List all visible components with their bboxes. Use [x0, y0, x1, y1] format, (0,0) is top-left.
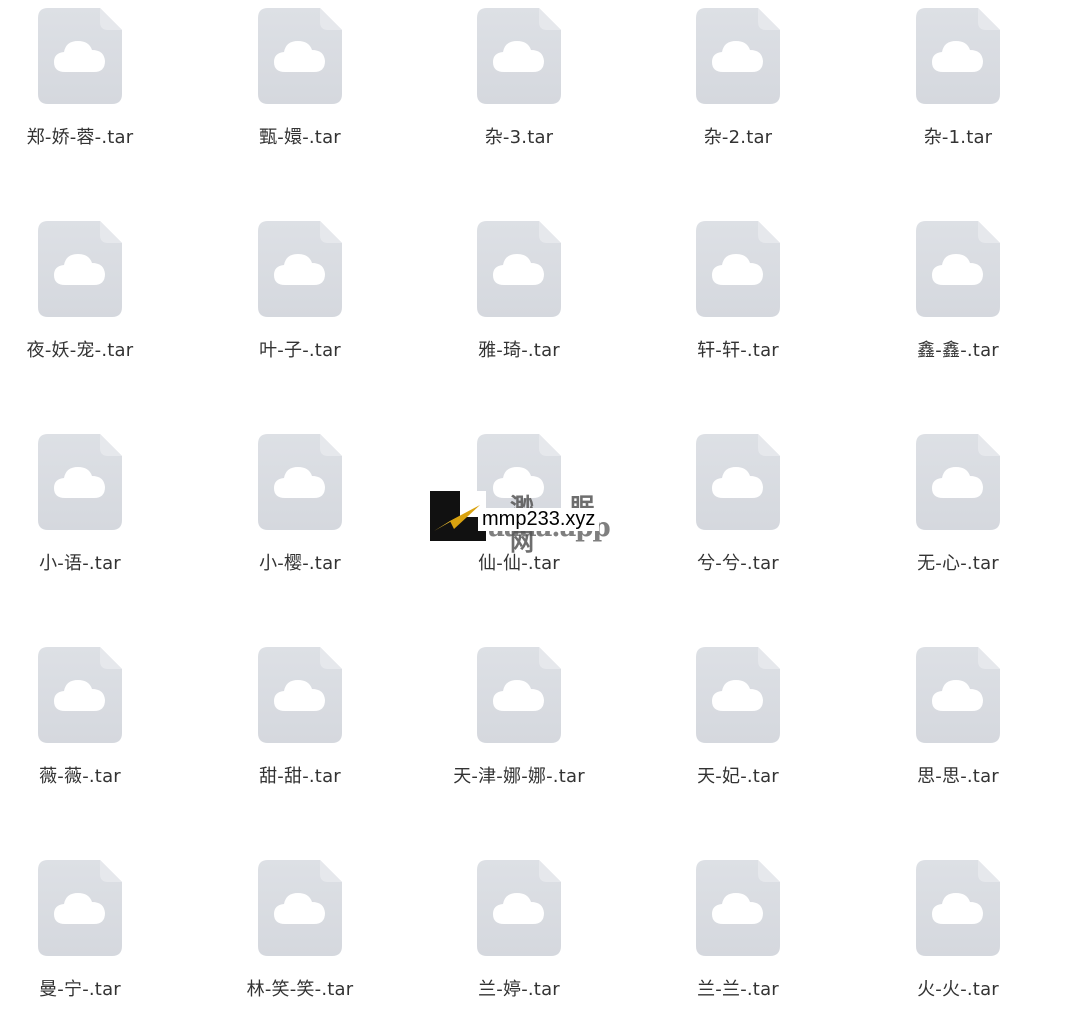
- file-name-label: 雅-琦-.tar: [478, 340, 560, 361]
- file-item[interactable]: 轩-轩-.tar: [648, 213, 828, 373]
- cloud-file-icon: [258, 860, 342, 956]
- file-name-label: 轩-轩-.tar: [697, 340, 779, 361]
- file-name-label: 甄-嬛-.tar: [259, 127, 341, 148]
- cloud-file-icon: [258, 647, 342, 743]
- file-name-label: 郑-娇-蓉-.tar: [26, 127, 134, 148]
- cloud-file-icon: [696, 221, 780, 317]
- cloud-file-icon: [38, 860, 122, 956]
- cloud-file-icon: [38, 221, 122, 317]
- file-item[interactable]: 夜-妖-宠-.tar: [0, 213, 170, 373]
- cloud-file-icon: [916, 860, 1000, 956]
- cloud-file-icon: [258, 8, 342, 104]
- cloud-file-icon: [696, 647, 780, 743]
- file-item[interactable]: 小-语-.tar: [0, 426, 170, 586]
- file-name-label: 甜-甜-.tar: [259, 766, 341, 787]
- cloud-file-icon: [696, 8, 780, 104]
- cloud-file-icon: [696, 434, 780, 530]
- file-item[interactable]: 甜-甜-.tar: [210, 639, 390, 799]
- file-item[interactable]: 雅-琦-.tar: [429, 213, 609, 373]
- file-item[interactable]: 兮-兮-.tar: [648, 426, 828, 586]
- file-item[interactable]: 小-樱-.tar: [210, 426, 390, 586]
- file-name-label: 鑫-鑫-.tar: [917, 340, 999, 361]
- file-name-label: 兮-兮-.tar: [697, 553, 779, 574]
- file-item[interactable]: 杂-3.tar: [429, 0, 609, 160]
- file-item[interactable]: 杂-2.tar: [648, 0, 828, 160]
- cloud-file-icon: [258, 221, 342, 317]
- file-item[interactable]: 林-笑-笑-.tar: [210, 852, 390, 1012]
- file-name-label: 曼-宁-.tar: [39, 979, 121, 1000]
- cloud-file-icon: [916, 8, 1000, 104]
- file-item[interactable]: 思-思-.tar: [868, 639, 1048, 799]
- file-item[interactable]: 薇-薇-.tar: [0, 639, 170, 799]
- file-name-label: 薇-薇-.tar: [39, 766, 121, 787]
- watermark: 渺 眠 网 aaaa.app mmp233.xyz: [430, 491, 650, 556]
- cloud-file-icon: [38, 434, 122, 530]
- file-name-label: 天-津-娜-娜-.tar: [453, 766, 585, 787]
- cloud-file-icon: [38, 8, 122, 104]
- file-name-label: 杂-3.tar: [484, 127, 554, 148]
- cloud-file-icon: [916, 434, 1000, 530]
- file-item[interactable]: 曼-宁-.tar: [0, 852, 170, 1012]
- cloud-file-icon: [477, 8, 561, 104]
- file-name-label: 天-妃-.tar: [697, 766, 779, 787]
- file-name-label: 火-火-.tar: [917, 979, 999, 1000]
- file-item[interactable]: 叶-子-.tar: [210, 213, 390, 373]
- file-name-label: 兰-婷-.tar: [478, 979, 560, 1000]
- file-item[interactable]: 火-火-.tar: [868, 852, 1048, 1012]
- file-item[interactable]: 鑫-鑫-.tar: [868, 213, 1048, 373]
- file-name-label: 兰-兰-.tar: [697, 979, 779, 1000]
- file-name-label: 小-语-.tar: [39, 553, 121, 574]
- file-name-label: 夜-妖-宠-.tar: [26, 340, 134, 361]
- file-name-label: 小-樱-.tar: [259, 553, 341, 574]
- file-name-label: 林-笑-笑-.tar: [246, 979, 354, 1000]
- cloud-file-icon: [38, 647, 122, 743]
- file-item[interactable]: 甄-嬛-.tar: [210, 0, 390, 160]
- file-item[interactable]: 杂-1.tar: [868, 0, 1048, 160]
- file-item[interactable]: 天-妃-.tar: [648, 639, 828, 799]
- file-item[interactable]: 兰-婷-.tar: [429, 852, 609, 1012]
- cloud-file-icon: [477, 221, 561, 317]
- cloud-file-icon: [477, 860, 561, 956]
- file-item[interactable]: 无-心-.tar: [868, 426, 1048, 586]
- file-item[interactable]: 兰-兰-.tar: [648, 852, 828, 1012]
- file-name-label: 杂-2.tar: [703, 127, 773, 148]
- watermark-url: mmp233.xyz: [478, 508, 600, 531]
- file-name-label: 杂-1.tar: [923, 127, 993, 148]
- file-name-label: 无-心-.tar: [917, 553, 999, 574]
- file-item[interactable]: 郑-娇-蓉-.tar: [0, 0, 170, 160]
- cloud-file-icon: [696, 860, 780, 956]
- file-name-label: 思-思-.tar: [917, 766, 999, 787]
- file-name-label: 叶-子-.tar: [259, 340, 341, 361]
- cloud-file-icon: [258, 434, 342, 530]
- cloud-file-icon: [916, 221, 1000, 317]
- file-item[interactable]: 天-津-娜-娜-.tar: [429, 639, 609, 799]
- cloud-file-icon: [916, 647, 1000, 743]
- cloud-file-icon: [477, 647, 561, 743]
